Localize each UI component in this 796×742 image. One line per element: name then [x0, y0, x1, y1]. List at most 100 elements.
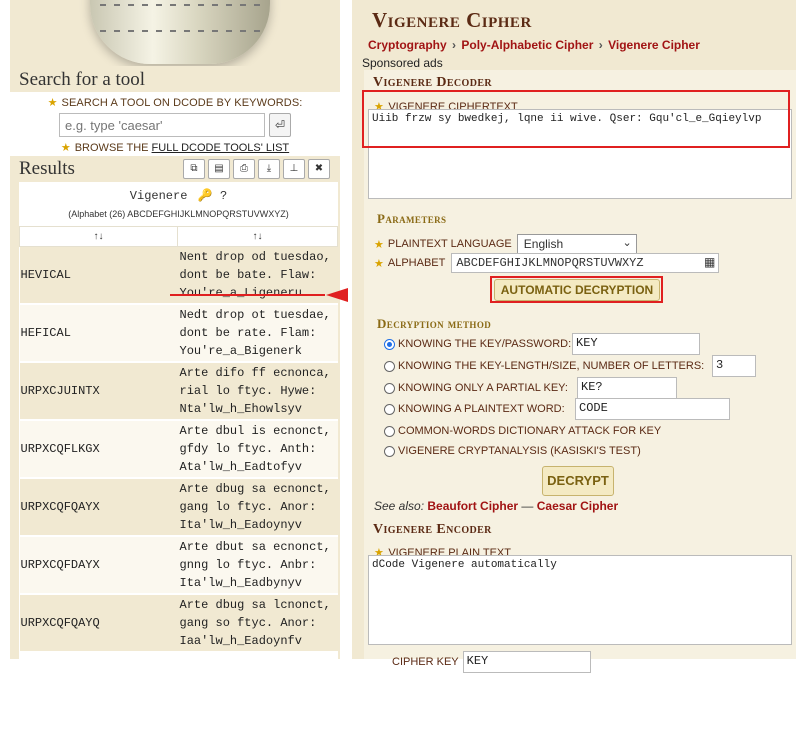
- method-value-input[interactable]: CODE: [575, 398, 730, 420]
- cipher-cylinder-image: [10, 0, 340, 66]
- result-row[interactable]: URPXCQFLKGX Arte dbul is ecnonct, gfdy lo…: [19, 420, 338, 479]
- result-key: HEFICAL: [19, 304, 178, 363]
- print-icon: ⎙: [240, 163, 248, 174]
- annotation-arrow-line: [170, 294, 325, 296]
- result-row[interactable]: URPXCQFDAYX Arte dbut sa ecnonct, gnng lo…: [19, 536, 338, 595]
- download-icon: ⤓: [266, 163, 272, 174]
- print-button[interactable]: ⎙: [233, 159, 255, 179]
- method-label: KNOWING THE KEY-LENGTH/SIZE, NUMBER OF L…: [398, 360, 705, 372]
- result-key: URPXCQFDAYX: [19, 536, 178, 595]
- results-title: Results: [19, 158, 75, 179]
- result-key: URPXCJUINTX: [19, 362, 178, 421]
- beaufort-link[interactable]: Beaufort Cipher: [427, 499, 518, 513]
- cipher-key-input[interactable]: KEY: [462, 651, 591, 673]
- search-input[interactable]: [59, 113, 265, 137]
- close-button[interactable]: ✖: [308, 159, 330, 179]
- method-value-input[interactable]: KE?: [577, 377, 677, 399]
- result-row[interactable]: HEFICAL Nedt drop ot tuesdae, dont be rat…: [19, 304, 338, 363]
- method-label: VIGENERE CRYPTANALYSIS (KASISKI'S TEST): [398, 445, 641, 457]
- result-row[interactable]: URPXCJUINTX Arte difo ff ecnonca, rial lo…: [19, 362, 338, 421]
- sponsored-label: Sponsored ads: [362, 56, 443, 70]
- method-option[interactable]: KNOWING THE KEY/PASSWORD:: [384, 338, 571, 350]
- chevron-down-icon: ⌄: [622, 237, 632, 249]
- method-option[interactable]: COMMON-WORDS DICTIONARY ATTACK FOR KEY: [384, 425, 661, 437]
- method-radio[interactable]: [384, 425, 395, 437]
- result-row[interactable]: URPXCQFQAYX Arte dbug sa ecnonct, gang lo…: [19, 478, 338, 537]
- key-help-icon[interactable]: 🔑 ?: [198, 189, 227, 203]
- method-radio[interactable]: [384, 338, 395, 350]
- browse-prefix: BROWSE THE: [74, 142, 149, 154]
- results-tool-name: Vigenere: [129, 189, 188, 203]
- encoder-panel: Vigenere Encoder ★ VIGENERE PLAIN TEXT d…: [364, 518, 796, 673]
- star-icon: ★: [47, 97, 58, 109]
- method-label: KNOWING A PLAINTEXT WORD:: [398, 403, 565, 415]
- results-panel: Vigenere 🔑 ? (Alphabet (26) ABCDEFGHIJKL…: [19, 182, 338, 742]
- alphabet-value: ABCDEFGHIJKLMNOPQRSTUVWXYZ: [456, 256, 644, 270]
- search-submit-button[interactable]: ⏎: [269, 113, 291, 137]
- language-select[interactable]: English ⌄: [516, 234, 637, 254]
- star-icon: ★: [374, 257, 384, 270]
- method-option[interactable]: KNOWING A PLAINTEXT WORD:: [384, 403, 565, 415]
- method-radio[interactable]: [384, 445, 395, 457]
- method-label: COMMON-WORDS DICTIONARY ATTACK FOR KEY: [398, 425, 662, 437]
- full-tools-list-link[interactable]: FULL DCODE TOOLS' LIST: [152, 142, 290, 154]
- decrypt-button[interactable]: DECRYPT: [542, 466, 614, 496]
- result-plaintext: Arte dbut sa ecnonct, gnng lo ftyc. Anbr…: [177, 536, 338, 595]
- alphabet-input[interactable]: ABCDEFGHIJKLMNOPQRSTUVWXYZ ▦: [451, 253, 720, 273]
- close-icon: ✖: [314, 163, 324, 174]
- pin-icon: ⊥: [289, 163, 299, 174]
- caesar-link[interactable]: Caesar Cipher: [537, 499, 618, 513]
- method-option[interactable]: KNOWING THE KEY-LENGTH/SIZE, NUMBER OF L…: [384, 360, 704, 372]
- plaintext-language-label: PLAINTEXT LANGUAGE: [387, 238, 512, 250]
- cipher-key-label: CIPHER KEY: [392, 656, 459, 668]
- page-title: Vigenere Cipher: [372, 8, 532, 32]
- result-key: URPXCQFLKGX: [19, 420, 178, 479]
- sort-key-column[interactable]: ↑↓: [19, 226, 178, 247]
- breadcrumb-poly-alphabetic[interactable]: Poly-Alphabetic Cipher: [461, 38, 593, 52]
- breadcrumb-vigenere[interactable]: Vigenere Cipher: [608, 38, 700, 52]
- alphabet-line: (Alphabet (26) ABCDEFGHIJKLMNOPQRSTUVWXY…: [68, 209, 289, 219]
- left-sidebar: Search for a tool ★ SEARCH A TOOL ON DCOD…: [10, 0, 340, 742]
- result-plaintext: Arte difo ff ecnonca, rial lo ftyc. Hywe…: [177, 362, 338, 421]
- method-radio[interactable]: [384, 382, 395, 394]
- method-label: KNOWING ONLY A PARTIAL KEY:: [398, 382, 568, 394]
- method-option[interactable]: KNOWING ONLY A PARTIAL KEY:: [384, 382, 568, 394]
- results-table: ↑↓ ↑↓ HEVICAL Nent drop od tuesdao, dont …: [19, 226, 338, 653]
- copy-button[interactable]: ⧉: [183, 159, 205, 179]
- breadcrumb: Cryptography › Poly-Alphabetic Cipher › …: [368, 38, 700, 52]
- star-icon: ★: [60, 142, 71, 154]
- decoder-title: Vigenere Decoder: [373, 75, 493, 90]
- see-also-separator: —: [521, 499, 534, 513]
- result-plaintext: Arte dbug sa ecnonct, gang lo ftyc. Anor…: [177, 478, 338, 537]
- save-button[interactable]: ▤: [208, 159, 230, 179]
- enter-icon: ⏎: [274, 118, 286, 132]
- method-value-input[interactable]: KEY: [572, 333, 700, 355]
- result-plaintext: Arte dbug sa lcnonct, gang so ftyc. Anor…: [177, 594, 338, 653]
- pin-button[interactable]: ⊥: [283, 159, 305, 179]
- method-radio[interactable]: [384, 403, 395, 415]
- method-option[interactable]: VIGENERE CRYPTANALYSIS (KASISKI'S TEST): [384, 445, 641, 457]
- decryption-method-title: Decryption method: [377, 316, 492, 331]
- method-radio[interactable]: [384, 360, 395, 372]
- breadcrumb-cryptography[interactable]: Cryptography: [368, 38, 447, 52]
- copy-icon: ⧉: [190, 163, 198, 174]
- parameters-title: Parameters: [377, 211, 447, 226]
- result-key: URPXCQFQAYQ: [19, 594, 178, 653]
- annotation-arrow-head: [326, 288, 348, 302]
- star-icon: ★: [374, 238, 384, 251]
- method-value-input[interactable]: 3: [712, 355, 756, 377]
- sort-text-column[interactable]: ↑↓: [177, 226, 338, 247]
- method-label: KNOWING THE KEY/PASSWORD:: [398, 338, 572, 350]
- auto-decryption-highlight: [490, 276, 663, 303]
- keyboard-icon[interactable]: ▦: [704, 255, 715, 270]
- download-button[interactable]: ⤓: [258, 159, 280, 179]
- language-select-value: English: [523, 237, 564, 251]
- see-also-label: See also:: [374, 499, 425, 513]
- result-plaintext: Arte dbul is ecnonct, gfdy lo ftyc. Anth…: [177, 420, 338, 479]
- result-plaintext: Nedt drop ot tuesdae, dont be rate. Flam…: [177, 304, 338, 363]
- search-title: Search for a tool: [19, 69, 146, 90]
- result-key: HEVICAL: [19, 246, 178, 305]
- result-key: URPXCQFQAYX: [19, 478, 178, 537]
- plaintext-textarea[interactable]: dCode Vigenere automatically: [368, 555, 792, 645]
- result-row[interactable]: URPXCQFQAYQ Arte dbug sa lcnonct, gang so…: [19, 594, 338, 653]
